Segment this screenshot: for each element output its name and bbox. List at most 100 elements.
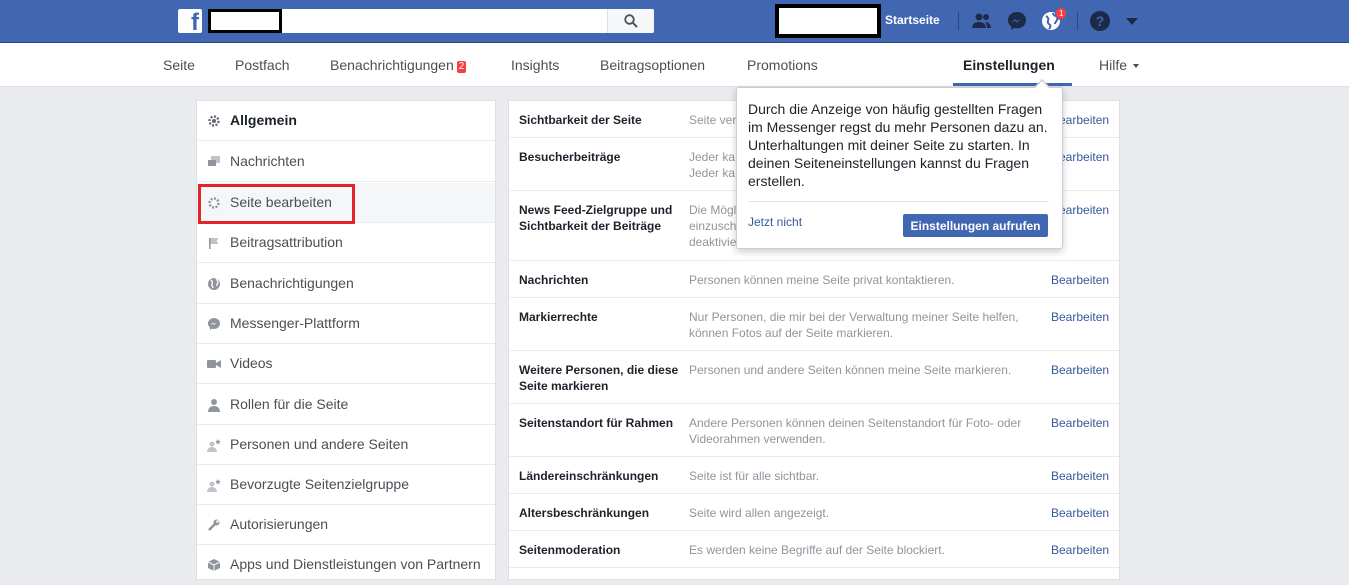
sidebar-item-allgemein[interactable]: Allgemein [197, 101, 495, 141]
setting-title: Besucherbeiträge [519, 150, 621, 164]
setting-title: Seitenstandort für Rahmen [519, 416, 674, 430]
setting-description: Nur Personen, die mir bei der Verwaltung… [689, 310, 1019, 340]
setting-title: Seitenmoderation [519, 543, 621, 557]
person-icon [208, 399, 220, 412]
sidebar-item-label: Videos [230, 355, 273, 371]
person-star-icon [207, 439, 221, 452]
sidebar-item-personen-und-andere-seiten[interactable]: Personen und andere Seiten [197, 425, 495, 465]
open-settings-button[interactable]: Einstellungen aufrufen [903, 214, 1048, 237]
sidebar-item-benachrichtigungen[interactable]: Benachrichtigungen [197, 264, 495, 304]
setting-title: Altersbeschränkungen [519, 506, 650, 520]
messenger-icon [208, 318, 220, 330]
settings-row: Ländereinschränkungen Seite ist für alle… [509, 457, 1119, 494]
settings-row: Seitenmoderation Es werden keine Begriff… [509, 531, 1119, 568]
popover-message: Durch die Anzeige von häufig gestellten … [748, 101, 1048, 189]
caret-down-icon [1133, 64, 1140, 68]
sidebar-item-label: Rollen für die Seite [230, 396, 349, 412]
settings-row: Seitenstandort für Rahmen Andere Persone… [509, 404, 1119, 457]
setting-description: Personen können meine Seite privat konta… [689, 273, 955, 287]
setting-description: Seite ist für alle sichtbar. [689, 469, 820, 483]
search-input[interactable] [286, 11, 610, 33]
sidebar-item-rollen[interactable]: Rollen für die Seite [197, 385, 495, 425]
active-tab-indicator [953, 83, 1072, 86]
settings-sidebar: Allgemein Nachrichten Seite bearbeiten B… [196, 100, 496, 585]
top-navigation-bar: f Startseite 1 ? [0, 0, 1349, 43]
video-camera-icon [207, 360, 221, 368]
setting-title: News Feed-Zielgruppe und Sichtbarkeit de… [519, 203, 673, 233]
sidebar-item-beitragsattribution[interactable]: Beitragsattribution [197, 223, 495, 263]
redacted-search-text [208, 9, 282, 33]
setting-description: Personen und andere Seiten können meine … [689, 363, 1012, 377]
sidebar-item-apps-und-dienstleistungen[interactable]: Apps und Dienstleistungen von Partnern [197, 545, 495, 585]
chat-bubbles-icon [208, 156, 220, 166]
tab-insights[interactable]: Insights [511, 57, 559, 73]
search-icon [624, 14, 638, 28]
setting-title: Sichtbarkeit der Seite [519, 113, 642, 127]
person-star-icon [207, 479, 221, 492]
setting-title: Markierrechte [519, 310, 598, 324]
setting-title: Weitere Personen, die diese Seite markie… [519, 363, 679, 393]
edit-link[interactable]: Bearbeiten [1051, 362, 1109, 378]
sidebar-item-autorisierungen[interactable]: Autorisierungen [197, 505, 495, 545]
gear-icon [208, 115, 220, 127]
setting-title: Nachrichten [519, 273, 589, 287]
help-icon[interactable]: ? [1089, 10, 1111, 32]
edit-link[interactable]: Bearbeiten [1051, 468, 1109, 484]
wrench-icon [208, 519, 220, 531]
settings-row: Weitere Personen, die diese Seite markie… [509, 351, 1119, 404]
page-tabs-bar: Seite Postfach Benachrichtigungen 2 Insig… [0, 43, 1349, 87]
not-now-link[interactable]: Jetzt nicht [748, 215, 802, 229]
settings-row: Markierrechte Nur Personen, die mir bei … [509, 298, 1119, 351]
setting-description: Seite wird allen angezeigt. [689, 506, 830, 520]
sidebar-item-label: Autorisierungen [230, 516, 329, 532]
account-menu-caret-down-icon[interactable] [1126, 18, 1138, 25]
sidebar-item-label: Beitragsattribution [230, 234, 343, 250]
setting-description: Andere Personen können deinen Seitenstan… [689, 416, 1022, 446]
sidebar-item-label: Messenger-Plattform [230, 315, 360, 331]
tab-seite[interactable]: Seite [163, 57, 195, 73]
tab-beitragsoptionen[interactable]: Beitragsoptionen [600, 57, 705, 73]
settings-row: Nachrichten Personen können meine Seite … [509, 261, 1119, 298]
unread-count-badge: 2 [456, 61, 467, 73]
friend-requests-icon[interactable] [971, 10, 993, 32]
search-button[interactable] [607, 9, 654, 33]
notification-count-badge: 1 [1055, 7, 1068, 20]
edit-link[interactable]: Bearbeiten [1051, 272, 1109, 288]
tab-einstellungen[interactable]: Einstellungen [963, 57, 1055, 73]
messenger-faq-popover: Durch die Anzeige von häufig gestellten … [736, 87, 1063, 249]
edit-link[interactable]: Bearbeiten [1051, 415, 1109, 431]
facebook-logo-icon[interactable]: f [178, 9, 202, 35]
home-link[interactable]: Startseite [885, 13, 940, 27]
setting-description: Es werden keine Begriffe auf der Seite b… [689, 543, 945, 557]
edit-link[interactable]: Bearbeiten [1051, 309, 1109, 325]
setting-title: Ländereinschränkungen [519, 469, 659, 483]
sidebar-item-label: Benachrichtigungen [230, 275, 354, 291]
highlight-annotation-box [198, 184, 355, 224]
tab-postfach[interactable]: Postfach [235, 57, 289, 73]
sidebar-item-nachrichten[interactable]: Nachrichten [197, 142, 495, 182]
edit-link[interactable]: Bearbeiten [1051, 505, 1109, 521]
redacted-profile-name[interactable] [775, 4, 881, 38]
sidebar-item-bevorzugte-seitenzielgruppe[interactable]: Bevorzugte Seitenzielgruppe [197, 465, 495, 505]
sidebar-item-label: Nachrichten [230, 153, 305, 169]
tab-hilfe[interactable]: Hilfe [1099, 57, 1140, 73]
divider [1077, 12, 1078, 30]
flag-icon [209, 238, 219, 249]
divider [748, 201, 1049, 202]
sidebar-item-label: Bevorzugte Seitenzielgruppe [230, 476, 410, 492]
tab-benachrichtigungen[interactable]: Benachrichtigungen 2 [330, 57, 467, 74]
globe-icon [208, 277, 220, 290]
edit-link[interactable]: Bearbeiten [1051, 542, 1109, 558]
settings-row: Altersbeschränkungen Seite wird allen an… [509, 494, 1119, 531]
sidebar-item-videos[interactable]: Videos [197, 344, 495, 384]
tab-promotions[interactable]: Promotions [747, 57, 818, 73]
tab-label: Benachrichtigungen [330, 57, 454, 73]
divider [958, 12, 959, 30]
sidebar-item-label: Personen und andere Seiten [230, 436, 409, 452]
messenger-icon[interactable] [1006, 10, 1028, 32]
search-box [208, 9, 654, 33]
tab-label: Hilfe [1099, 57, 1128, 73]
sidebar-item-messenger-plattform[interactable]: Messenger-Plattform [197, 304, 495, 344]
svg-text:?: ? [1096, 13, 1105, 29]
sidebar-item-label: Allgemein [230, 112, 297, 128]
